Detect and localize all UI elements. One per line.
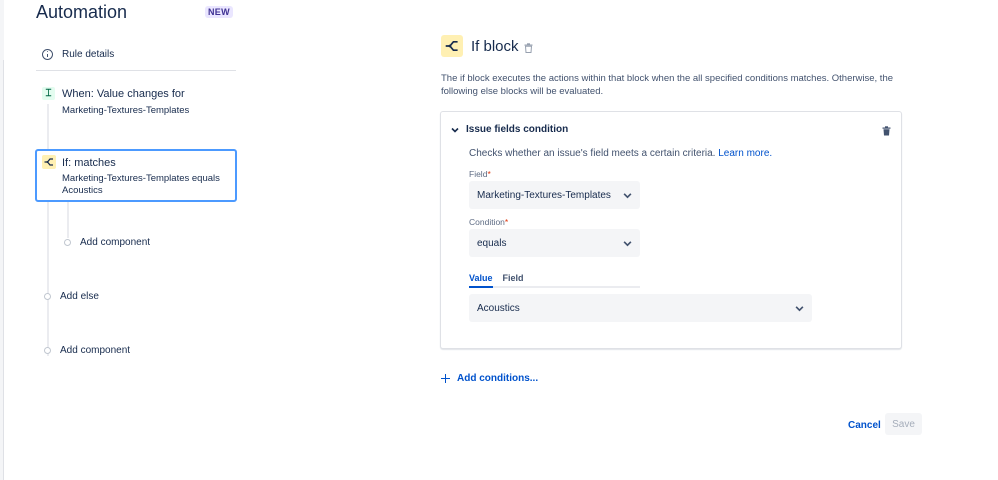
delete-condition-button[interactable] [882, 123, 891, 141]
condition-label: Condition* [469, 217, 508, 227]
condition-toggle[interactable]: Issue fields condition [451, 124, 568, 135]
rule-tree-branch-line [67, 202, 69, 238]
field-label: Field* [469, 169, 491, 179]
add-else-button[interactable]: Add else [44, 291, 99, 302]
branch-icon [441, 35, 463, 57]
value-field-tabs: Value Field [469, 273, 640, 288]
delete-block-button[interactable] [524, 40, 533, 58]
trash-icon [882, 126, 891, 136]
trash-icon [524, 43, 533, 53]
chevron-down-icon [451, 127, 459, 133]
add-component-label: Add component [60, 345, 131, 356]
tab-value[interactable]: Value [469, 273, 493, 288]
sidebar-divider [36, 70, 236, 71]
page-title: Automation [36, 2, 128, 22]
if-block-title: If: matches [62, 157, 116, 169]
node-dot [44, 347, 51, 354]
trigger-title: When: Value changes for [62, 88, 185, 100]
node-dot [44, 293, 51, 300]
plus-icon [441, 374, 450, 383]
add-component-button[interactable]: Add component [44, 345, 130, 356]
save-button[interactable]: Save [885, 413, 922, 435]
value-select[interactable]: Acoustics [469, 294, 812, 322]
branch-icon [42, 155, 56, 169]
condition-card: Issue fields condition Checks whether an… [440, 111, 902, 349]
condition-description: Checks whether an issue's field meets a … [469, 148, 772, 159]
rule-details-label: Rule details [62, 48, 115, 60]
condition-select[interactable]: equals [469, 229, 640, 257]
new-badge: NEW [205, 6, 233, 18]
required-asterisk: * [487, 169, 491, 179]
trigger-icon: ⌶ [42, 87, 55, 100]
panel-description: The if block executes the actions within… [441, 73, 894, 97]
condition-description-text: Checks whether an issue's field meets a … [469, 148, 716, 159]
if-block-subtitle: Marketing-Textures-Templates equals Acou… [62, 173, 220, 196]
add-component-inner-button[interactable]: Add component [64, 237, 150, 248]
add-component-inner-label: Add component [80, 237, 151, 248]
value-select-value: Acoustics [477, 302, 520, 314]
node-dot [64, 239, 71, 246]
field-select-value: Marketing-Textures-Templates [477, 189, 611, 201]
trigger-subtitle: Marketing-Textures-Templates [62, 105, 190, 116]
condition-title: Issue fields condition [466, 124, 569, 135]
condition-select-value: equals [477, 237, 507, 249]
info-icon [42, 48, 53, 60]
cancel-button[interactable]: Cancel [840, 415, 889, 435]
add-conditions-label: Add conditions... [457, 373, 539, 384]
panel-title: If block [471, 38, 519, 55]
window-edge-border [3, 60, 4, 480]
tab-field[interactable]: Field [503, 273, 524, 288]
field-select[interactable]: Marketing-Textures-Templates [469, 181, 640, 209]
add-else-label: Add else [60, 291, 99, 302]
learn-more-link[interactable]: Learn more. [718, 148, 772, 159]
add-conditions-button[interactable]: Add conditions... [441, 373, 538, 384]
required-asterisk: * [504, 217, 509, 227]
field-label-text: Field [469, 169, 488, 179]
rule-details-link[interactable]: Rule details [42, 46, 114, 62]
condition-label-text: Condition [469, 217, 505, 227]
chevron-down-icon [623, 192, 632, 198]
chevron-down-icon [623, 240, 632, 246]
rule-tree-line [47, 104, 49, 356]
chevron-down-icon [795, 305, 804, 311]
if-block-component[interactable]: If: matches Marketing-Textures-Templates… [35, 149, 237, 202]
